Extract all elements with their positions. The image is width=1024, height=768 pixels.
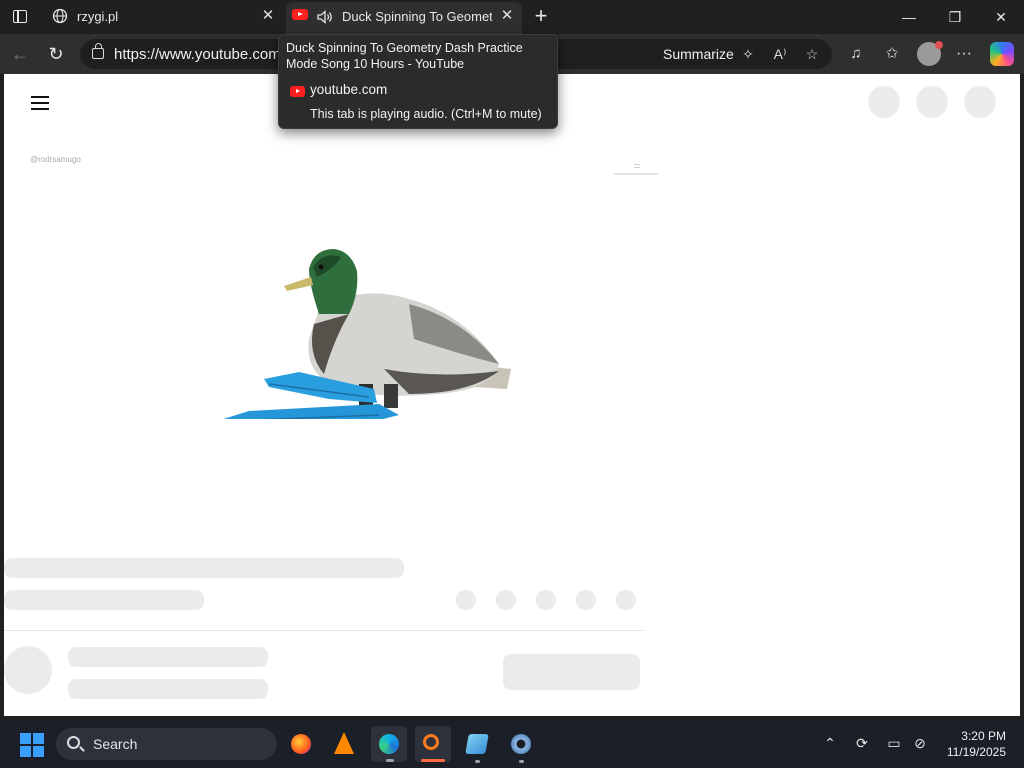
star-icon[interactable]: ☆	[802, 44, 822, 64]
reload-button[interactable]: ↻	[44, 42, 68, 66]
tab-title: rzygi.pl	[77, 9, 119, 24]
profile-avatar[interactable]	[917, 41, 943, 66]
summarize-button[interactable]: Summarize	[663, 46, 734, 62]
browser-tab-strip: rzygi.pl ✕ Duck Spinning To Geometry ✕ +…	[0, 0, 1024, 34]
menu-icon[interactable]	[31, 96, 49, 110]
back-button[interactable]: ←	[8, 42, 32, 66]
placeholder-channel-avatar	[4, 646, 52, 694]
globe-icon	[52, 8, 68, 24]
tab-actions-icon	[13, 10, 27, 23]
search-icon	[67, 736, 80, 749]
video-watermark: @rodrsamugo	[30, 155, 81, 164]
divider	[4, 630, 644, 631]
notepad-icon[interactable]	[459, 726, 495, 763]
magnifier-icon[interactable]	[415, 726, 451, 762]
maximize-button[interactable]: ❐	[932, 0, 978, 34]
placeholder-action	[496, 590, 516, 610]
placeholder-action	[576, 590, 596, 610]
youtube-icon	[290, 86, 305, 97]
duck-image	[223, 249, 511, 419]
firefox-icon[interactable]	[283, 726, 319, 762]
edge-icon[interactable]	[371, 726, 407, 762]
taskbar-search[interactable]: Search	[56, 728, 277, 760]
youtube-icon	[292, 9, 308, 20]
tab-close-button[interactable]: ✕	[258, 6, 278, 26]
search-label: Search	[93, 736, 138, 752]
favorites-icon[interactable]: ✩	[880, 42, 904, 66]
tab-youtube-active[interactable]: Duck Spinning To Geometry ✕	[286, 2, 522, 34]
corner-logo-icon	[614, 164, 658, 175]
placeholder-circle	[916, 86, 948, 118]
video-player[interactable]: @rodrsamugo	[4, 134, 658, 514]
clock-date: 11/19/2025	[946, 745, 1006, 759]
placeholder-subscribe-button	[503, 654, 640, 690]
tab-close-button[interactable]: ✕	[497, 6, 517, 26]
hover-card-domain: youtube.com	[310, 82, 388, 97]
arrow-left-icon: ←	[11, 44, 29, 64]
clock-time: 3:20 PM	[961, 729, 1006, 743]
placeholder-channel-name	[68, 647, 268, 667]
lock-icon[interactable]	[92, 43, 104, 59]
tab-actions-button[interactable]	[8, 6, 32, 28]
sparkle-icon[interactable]: ✧	[738, 44, 758, 64]
hover-card-title: Duck Spinning To Geometry Dash Practice …	[286, 41, 523, 71]
new-tab-button[interactable]: +	[530, 5, 552, 28]
placeholder-action	[456, 590, 476, 610]
placeholder-circle	[868, 86, 900, 118]
youtube-page: @rodrsamugo	[4, 74, 1020, 716]
clock[interactable]: 3:20 PM 11/19/2025	[940, 728, 1006, 760]
placeholder-channel-subs	[68, 679, 268, 699]
placeholder-video-title	[4, 558, 404, 578]
read-aloud-icon[interactable]: A⁾	[770, 44, 790, 64]
close-window-button[interactable]: ✕	[978, 0, 1024, 34]
placeholder-video-meta	[4, 590, 204, 610]
hover-card-audio-note: This tab is playing audio. (Ctrl+M to mu…	[310, 107, 542, 121]
url-text[interactable]: https://www.youtube.com/	[114, 46, 285, 63]
placeholder-action	[616, 590, 636, 610]
sync-icon[interactable]: ⟳	[851, 732, 873, 754]
more-menu-button[interactable]: ···	[952, 42, 976, 66]
speaker-icon[interactable]	[316, 9, 334, 25]
tab-hover-card: Duck Spinning To Geometry Dash Practice …	[278, 34, 558, 129]
minimize-button[interactable]: —	[886, 0, 932, 34]
tab-rzygi[interactable]: rzygi.pl ✕	[44, 0, 284, 34]
placeholder-action	[536, 590, 556, 610]
copilot-icon[interactable]	[990, 42, 1014, 66]
chevron-up-icon[interactable]: ⌃	[819, 732, 841, 754]
settings-icon[interactable]	[503, 726, 539, 763]
windows-taskbar: Search ⌃ ⟳ ▭ ⊘ 3:20 PM 11/19/2025	[0, 720, 1024, 768]
media-control-icon[interactable]: ♫	[844, 42, 868, 66]
reload-icon: ↻	[48, 44, 64, 64]
screen: rzygi.pl ✕ Duck Spinning To Geometry ✕ +…	[0, 0, 1024, 768]
placeholder-circle	[964, 86, 996, 118]
windows-start-icon[interactable]	[20, 733, 44, 757]
vlc-icon[interactable]	[326, 726, 362, 762]
network-icon[interactable]: ⊘	[909, 732, 931, 754]
tab-title: Duck Spinning To Geometry	[342, 9, 492, 24]
display-icon[interactable]: ▭	[883, 732, 905, 754]
